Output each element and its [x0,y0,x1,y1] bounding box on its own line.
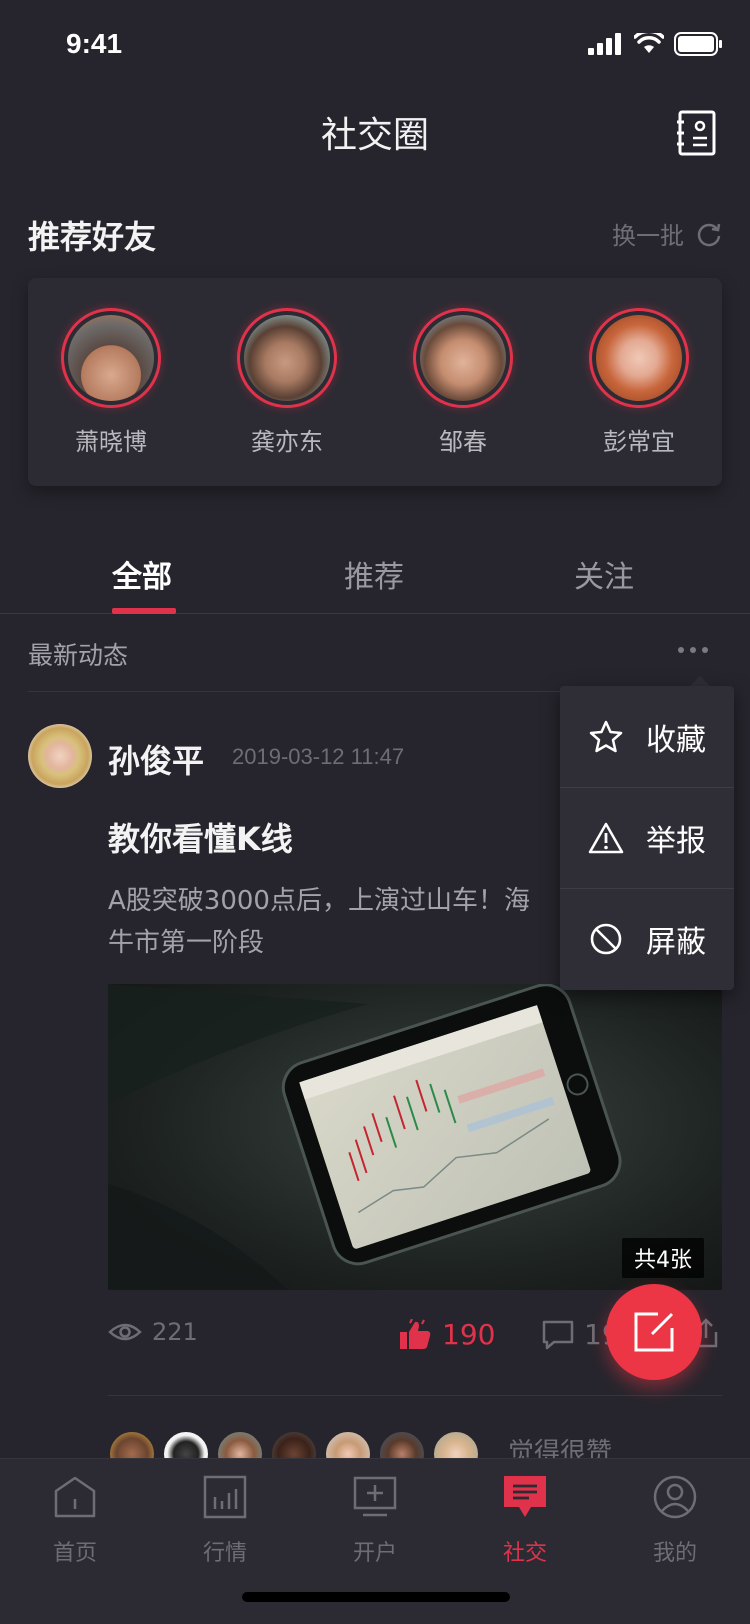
battery-icon [674,32,722,56]
post-author-avatar[interactable] [28,724,92,788]
block-icon [590,923,622,955]
menu-item-label: 屏蔽 [646,925,706,960]
social-chat-icon [504,1476,546,1517]
status-icons [588,32,722,56]
divider [108,1395,722,1396]
menu-item-favorite[interactable]: 收藏 [560,686,734,787]
views-count: 221 [152,1318,198,1346]
friend-card[interactable]: 彭常宜 [579,308,699,457]
warning-icon [588,822,624,854]
friend-name: 彭常宜 [603,428,675,456]
nav-label: 开户 [352,1541,397,1566]
recommend-title: 推荐好友 [28,218,157,256]
home-icon [54,1476,96,1518]
like-button[interactable]: 190 [398,1318,495,1351]
tab-following[interactable]: 关注 [574,552,634,596]
menu-item-label: 举报 [646,824,706,859]
menu-item-report[interactable]: 举报 [560,787,734,888]
tab-recommend[interactable]: 推荐 [344,552,404,596]
status-bar: 9:41 [0,0,750,90]
star-icon [589,720,623,752]
avatar [61,308,161,408]
edit-icon [634,1312,674,1352]
comment-icon [542,1320,574,1349]
friend-card[interactable]: 萧晓博 [51,308,171,457]
friend-name: 邹春 [439,428,487,456]
friend-name: 萧晓博 [75,428,147,456]
nav-label: 我的 [652,1541,697,1566]
home-indicator [242,1592,510,1602]
nav-label: 社交 [502,1541,547,1566]
friend-name: 龚亦东 [251,428,323,456]
nav-home[interactable]: 首页 [20,1475,130,1567]
avatar [589,308,689,408]
avatar [413,308,513,408]
more-dot [678,647,684,653]
nav-label: 行情 [202,1541,247,1566]
more-dot [690,647,696,653]
post-options-menu: 收藏 举报 屏蔽 [560,686,734,990]
avatar [237,308,337,408]
menu-item-block[interactable]: 屏蔽 [560,888,734,989]
feed-section-label: 最新动态 [28,641,129,670]
views-counter: 221 [108,1318,198,1346]
post-title[interactable]: 教你看懂K线 [108,814,293,860]
friend-card[interactable]: 邹春 [403,308,523,457]
refresh-button[interactable]: 换一批 [612,216,722,251]
active-tab-indicator [112,608,176,614]
post-excerpt-line: A股突破3000点后，上演过山车！海 [108,886,530,916]
post-author-name[interactable]: 孙俊平 [108,736,204,782]
tab-all[interactable]: 全部 [112,552,172,596]
nav-label: 首页 [52,1541,97,1566]
likes-count: 190 [442,1318,496,1351]
contacts-book-icon [677,110,716,156]
post-excerpt[interactable]: A股突破3000点后，上演过山车！海 牛市第一阶段 [108,880,568,964]
eye-icon [108,1323,142,1341]
market-chart-icon [203,1475,247,1519]
more-options-button[interactable] [678,638,718,662]
more-dot [702,647,708,653]
page-title: 社交圈 [320,115,429,156]
menu-item-label: 收藏 [646,722,706,758]
post-timestamp: 2019-03-12 11:47 [232,744,405,769]
contacts-button[interactable] [676,110,718,156]
compose-post-button[interactable] [606,1284,702,1380]
nav-profile[interactable]: 我的 [620,1475,730,1567]
refresh-label: 换一批 [612,222,684,250]
nav-market[interactable]: 行情 [170,1475,280,1567]
refresh-icon [697,223,721,246]
recommended-friends-card: 萧晓博 龚亦东 邹春 彭常宜 [28,278,722,486]
status-time: 9:41 [66,28,123,59]
open-account-icon [353,1476,397,1517]
friend-card[interactable]: 龚亦东 [227,308,347,457]
post-excerpt-line: 牛市第一阶段 [108,928,265,958]
profile-icon [653,1475,697,1519]
feed-tabs: 全部 推荐 关注 [0,540,750,614]
nav-open-account[interactable]: 开户 [320,1475,430,1567]
nav-social[interactable]: 社交 [470,1475,580,1567]
thumbs-up-icon [400,1318,431,1349]
wifi-icon [634,33,664,53]
image-count-badge: 共4张 [622,1238,704,1278]
signal-icon [588,33,621,55]
